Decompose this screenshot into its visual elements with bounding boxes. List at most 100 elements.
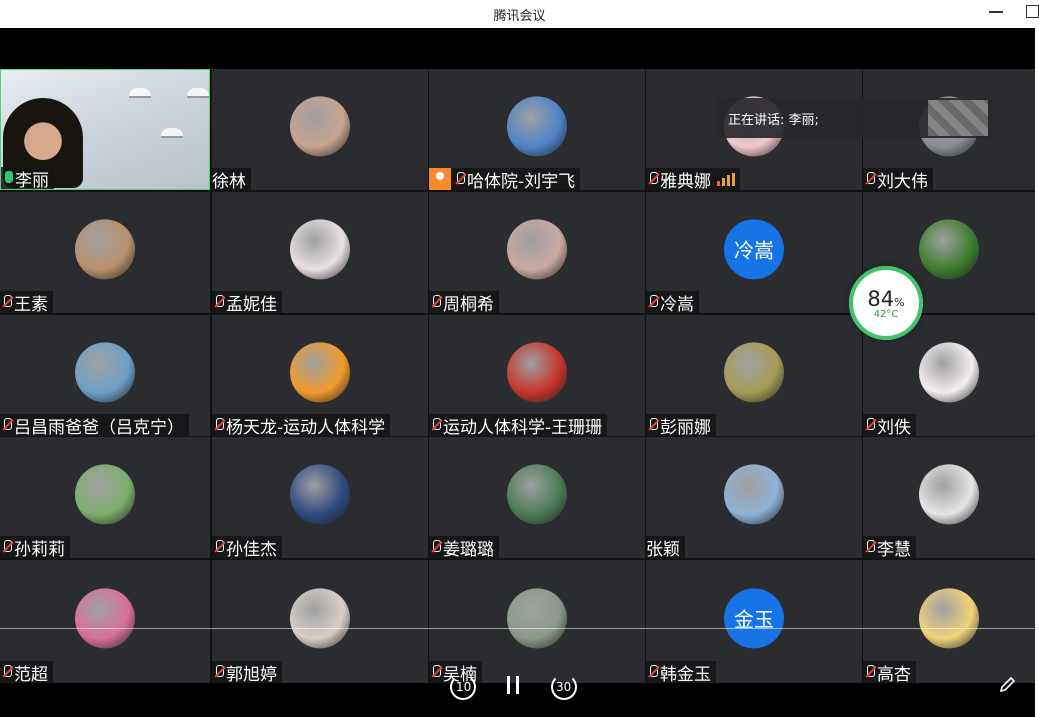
participant-name-tag: 杨天龙-运动人体科学 bbox=[212, 414, 391, 437]
participant-name-tag: 刘佚 bbox=[863, 414, 916, 436]
avatar bbox=[75, 218, 135, 279]
mic-muted-icon bbox=[865, 172, 875, 186]
participant-name: 周桐希 bbox=[443, 294, 494, 314]
participant-tile[interactable]: 吴楠 bbox=[429, 560, 645, 683]
mic-on-icon bbox=[3, 171, 13, 185]
participant-tile[interactable]: 周桐希 bbox=[429, 192, 645, 313]
participant-tile[interactable]: 孙佳杰 bbox=[212, 437, 428, 558]
participant-name-tag: 郭旭婷 bbox=[212, 661, 282, 683]
participant-tile[interactable]: 高杏 bbox=[863, 560, 1035, 683]
participant-name-tag: 姜璐璐 bbox=[429, 536, 499, 558]
maximize-button[interactable] bbox=[1026, 5, 1039, 18]
pencil-icon[interactable] bbox=[998, 674, 1018, 694]
mic-muted-icon bbox=[214, 295, 224, 309]
participant-tile[interactable]: 李丽 bbox=[0, 69, 210, 190]
forward-label: 30 bbox=[556, 680, 572, 694]
mic-muted-icon bbox=[2, 665, 12, 679]
avatar bbox=[507, 218, 567, 279]
participant-tile[interactable]: 郭旭婷 bbox=[212, 560, 428, 683]
participant-tile[interactable]: 金玉 韩金玉 bbox=[646, 560, 862, 683]
participant-name-tag: 雅典娜 bbox=[646, 168, 740, 190]
participant-name: 李丽 bbox=[15, 170, 49, 190]
mic-muted-icon bbox=[648, 172, 658, 186]
avatar: 金玉 bbox=[724, 587, 784, 648]
participant-grid: 李丽徐林哈体院-刘宇飞雅典娜刘大伟王素孟妮佳周桐希冷嵩冷嵩燕吕昌雨爸爸（吕克宁）… bbox=[0, 69, 1035, 683]
avatar bbox=[290, 218, 350, 279]
participant-tile[interactable]: 张颖 bbox=[646, 437, 862, 558]
participant-tile[interactable]: 孟妮佳 bbox=[212, 192, 428, 313]
participant-name: 徐林 bbox=[212, 171, 246, 191]
speaking-label: 正在讲话: 李丽; bbox=[728, 112, 819, 128]
mic-muted-icon bbox=[431, 665, 441, 679]
mic-muted-icon bbox=[2, 540, 12, 554]
participant-tile[interactable]: 王素 bbox=[0, 192, 210, 313]
signal-strength-icon bbox=[717, 172, 735, 186]
participant-name-tag: 徐林 bbox=[212, 168, 251, 190]
participant-name-tag: 吕昌雨爸爸（吕克宁） bbox=[0, 414, 189, 436]
participant-name: 孙莉莉 bbox=[14, 539, 65, 559]
participant-name: 杨天龙-运动人体科学 bbox=[226, 417, 386, 437]
participant-name: 孙佳杰 bbox=[226, 539, 277, 559]
participant-tile[interactable]: 姜璐璐 bbox=[429, 437, 645, 558]
participant-tile[interactable]: 运动人体科学-王珊珊 bbox=[429, 315, 645, 436]
participant-tile[interactable]: 徐林 bbox=[212, 69, 428, 190]
participant-name: 范超 bbox=[14, 664, 48, 684]
participant-name-tag: 韩金玉 bbox=[646, 661, 716, 683]
participant-tile[interactable]: 哈体院-刘宇飞 bbox=[429, 69, 645, 190]
participant-name: 姜璐璐 bbox=[443, 539, 494, 559]
participant-name-tag: 高杏 bbox=[863, 661, 916, 683]
mic-muted-icon bbox=[648, 665, 658, 679]
participant-name: 刘大伟 bbox=[877, 171, 928, 191]
participant-name: 张颖 bbox=[646, 539, 680, 559]
participant-name-tag: 彭丽娜 bbox=[646, 414, 716, 436]
participant-name: 刘佚 bbox=[877, 417, 911, 437]
window-title: 腾讯会议 bbox=[493, 9, 546, 24]
avatar bbox=[290, 587, 350, 648]
gauge-percent: 84% bbox=[867, 286, 905, 311]
title-bar: 腾讯会议 bbox=[0, 0, 1039, 28]
pause-icon[interactable] bbox=[506, 676, 520, 694]
mic-muted-icon bbox=[2, 295, 12, 309]
playback-progress-bar[interactable] bbox=[0, 628, 1039, 629]
avatar bbox=[290, 463, 350, 524]
lamp-shape bbox=[129, 88, 151, 98]
avatar bbox=[75, 463, 135, 524]
participant-name-tag: 范超 bbox=[0, 661, 53, 683]
avatar bbox=[290, 95, 350, 156]
mic-muted-icon bbox=[431, 418, 441, 432]
performance-gauge-widget[interactable]: 84% 42°C bbox=[849, 266, 923, 340]
participant-name-tag: 李慧 bbox=[863, 536, 916, 558]
participant-name-tag: 孙莉莉 bbox=[0, 536, 70, 558]
participant-tile[interactable]: 吕昌雨爸爸（吕克宁） bbox=[0, 315, 210, 436]
blurred-overlay bbox=[928, 100, 988, 136]
mic-muted-icon bbox=[865, 540, 875, 554]
avatar bbox=[75, 587, 135, 648]
participant-name-tag: 张颖 bbox=[646, 536, 685, 558]
avatar bbox=[919, 218, 979, 279]
meeting-window: 腾讯会议 李丽徐林哈体院-刘宇飞雅典娜刘大伟王素孟妮佳周桐希冷嵩冷嵩燕吕昌雨爸爸… bbox=[0, 0, 1039, 717]
participant-name: 运动人体科学-王珊珊 bbox=[443, 417, 603, 437]
speaking-indicator: 正在讲话: 李丽; bbox=[716, 98, 992, 138]
participant-tile[interactable]: 范超 bbox=[0, 560, 210, 683]
lamp-shape bbox=[161, 128, 183, 138]
participant-tile[interactable]: 李慧 bbox=[863, 437, 1035, 558]
avatar bbox=[919, 341, 979, 402]
participant-tile[interactable]: 彭丽娜 bbox=[646, 315, 862, 436]
participant-tile[interactable]: 孙莉莉 bbox=[0, 437, 210, 558]
avatar bbox=[724, 463, 784, 524]
participant-tile[interactable]: 冷嵩 冷嵩 bbox=[646, 192, 862, 313]
mic-muted-icon bbox=[648, 295, 658, 309]
participant-tile[interactable]: 杨天龙-运动人体科学 bbox=[212, 315, 428, 436]
minimize-button[interactable] bbox=[989, 11, 1003, 13]
participant-name-tag: 孟妮佳 bbox=[212, 291, 282, 313]
mic-muted-icon bbox=[455, 172, 465, 186]
participant-name: 吕昌雨爸爸（吕克宁） bbox=[14, 417, 184, 437]
avatar bbox=[919, 463, 979, 524]
mic-muted-icon bbox=[865, 665, 875, 679]
participant-name-tag: 李丽 bbox=[1, 167, 54, 189]
participant-name-tag: 周桐希 bbox=[429, 291, 499, 313]
participant-name-tag: 孙佳杰 bbox=[212, 536, 282, 558]
mic-muted-icon bbox=[214, 540, 224, 554]
avatar-initials: 冷嵩 bbox=[734, 238, 774, 263]
avatar bbox=[290, 341, 350, 402]
